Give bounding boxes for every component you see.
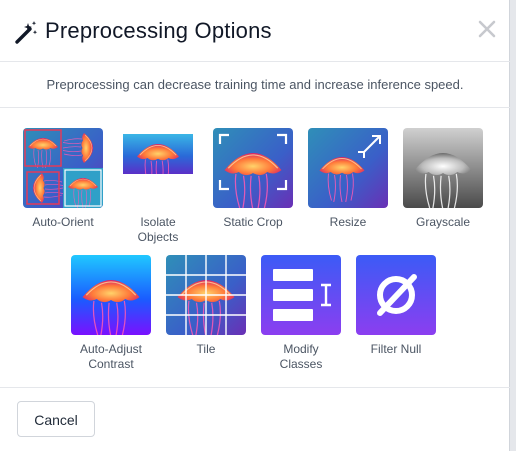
option-label-resize: Resize: [329, 215, 367, 229]
option-auto-adjust-contrast[interactable]: [61, 255, 161, 335]
close-icon[interactable]: [472, 14, 502, 44]
option-label-grayscale: Grayscale: [415, 215, 471, 229]
option-label-auto-orient: Auto-Orient: [32, 215, 94, 229]
option-label-line: Auto-Adjust: [79, 342, 143, 356]
option-filter-null[interactable]: [346, 255, 446, 335]
option-isolate-objects[interactable]: [108, 128, 208, 208]
option-grayscale[interactable]: [393, 128, 493, 208]
option-label-auto-adjust-contrast: Auto-Adjust Contrast: [61, 342, 161, 372]
option-modify-classes[interactable]: [251, 255, 351, 335]
option-static-crop[interactable]: [203, 128, 303, 208]
option-label-line: Objects: [137, 230, 179, 244]
option-label-filter-null: Filter Null: [370, 342, 422, 356]
option-label-static-crop: Static Crop: [223, 215, 283, 229]
magic-wand-icon: [15, 21, 38, 44]
option-tile[interactable]: [156, 255, 256, 335]
cancel-button[interactable]: Cancel: [17, 401, 95, 437]
option-resize[interactable]: [298, 128, 398, 208]
preprocessing-options-dialog: Preprocessing Options Preprocessing can …: [0, 0, 510, 451]
auto-orient-thumbnail: [23, 128, 103, 208]
option-label-modify-classes: Modify Classes: [251, 342, 351, 372]
option-label-tile: Tile: [196, 342, 216, 356]
dialog-title: Preprocessing Options: [45, 18, 272, 43]
filter-null-icon: [356, 255, 436, 335]
resize-thumbnail: [308, 128, 388, 208]
grayscale-thumbnail: [403, 128, 483, 208]
option-label-isolate-objects: Isolate Objects: [108, 215, 208, 245]
modify-classes-icon: [261, 255, 341, 335]
tile-thumbnail: [166, 255, 246, 335]
dialog-description: Preprocessing can decrease training time…: [0, 62, 510, 108]
option-label-line: Contrast: [88, 357, 134, 371]
option-auto-orient[interactable]: [13, 128, 113, 208]
isolate-objects-thumbnail: [118, 134, 198, 208]
static-crop-thumbnail: [213, 128, 293, 208]
dialog-footer: Cancel: [0, 387, 510, 451]
option-label-line: Isolate: [140, 215, 176, 229]
option-label-line: Modify: [283, 342, 319, 356]
dialog-header: Preprocessing Options: [0, 0, 510, 62]
option-label-line: Classes: [279, 357, 323, 371]
auto-adjust-contrast-thumbnail: [71, 255, 151, 335]
page-backdrop: [510, 0, 516, 451]
